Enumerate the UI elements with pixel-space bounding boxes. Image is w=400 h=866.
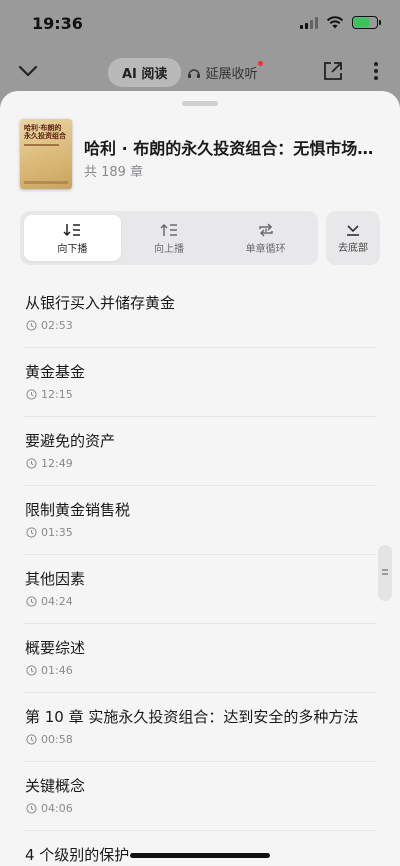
chapter-item[interactable]: 概要综述 01:46 (24, 624, 376, 693)
play-down-label: 向下播 (57, 243, 88, 255)
chapter-sheet: 哈利·布朗的永久投资组合 哈利 · 布朗的永久投资组合：无惧市场… 共 189 … (0, 91, 400, 866)
sort-up-icon (160, 223, 177, 236)
sort-down-icon (63, 223, 81, 236)
chapter-item[interactable]: 限制黄金销售税 01:35 (24, 486, 376, 555)
play-up-label: 向上播 (154, 243, 184, 255)
headphones-icon (188, 68, 201, 78)
chapter-item[interactable]: 关键概念 04:06 (24, 762, 376, 831)
book-title: 哈利 · 布朗的永久投资组合：无惧市场… (84, 139, 374, 158)
scroll-handle[interactable] (378, 545, 392, 601)
clock-icon (26, 527, 37, 538)
clock-icon (26, 458, 37, 469)
status-icons (300, 16, 381, 29)
status-bar: 19:36 (0, 0, 400, 50)
signal-icon (300, 16, 318, 29)
clock-icon (26, 596, 37, 607)
ai-read-tab[interactable]: AI 阅读 (108, 58, 182, 87)
duration-text: 04:06 (41, 802, 73, 815)
clock-icon (26, 389, 37, 400)
book-cover: 哈利·布朗的永久投资组合 (20, 119, 72, 189)
chapter-duration: 00:58 (26, 733, 73, 746)
chapter-title: 关键概念 (25, 777, 86, 795)
play-order-group: 向下播 向上播 单章循环 (20, 211, 318, 265)
arrow-to-bottom-icon (347, 224, 359, 236)
chapter-duration: 01:35 (26, 526, 73, 539)
chevron-down-icon[interactable] (16, 59, 40, 83)
chapter-title: 4 个级别的保护 (25, 846, 130, 864)
chapter-duration: 12:49 (26, 457, 73, 470)
repeat-one-icon (258, 222, 273, 237)
duration-text: 02:53 (41, 319, 73, 332)
top-nav: AI 阅读 延展收听 (0, 56, 400, 87)
clock-icon (26, 803, 37, 814)
clock-icon (26, 320, 37, 331)
chapter-duration: 12:15 (26, 388, 73, 401)
chapter-item[interactable]: 4 个级别的保护 (24, 831, 376, 866)
chapter-title: 第 10 章 实施永久投资组合：达到安全的多种方法 (25, 708, 359, 726)
chapter-item[interactable]: 从银行买入并储存黄金 02:53 (24, 279, 376, 348)
extended-listen-label: 延展收听 (205, 67, 258, 82)
chapter-title: 从银行买入并储存黄金 (25, 294, 176, 312)
chapter-title: 概要综述 (25, 639, 86, 657)
mode-switch: AI 阅读 延展收听 (108, 58, 264, 87)
playback-controls: 向下播 向上播 单章循环 去底部 (20, 211, 380, 265)
go-bottom-button[interactable]: 去底部 (326, 211, 380, 265)
chapter-duration: 04:06 (26, 802, 73, 815)
chapter-title: 黄金基金 (25, 363, 86, 381)
duration-text: 00:58 (41, 733, 73, 746)
play-up-button[interactable]: 向上播 (121, 215, 218, 261)
chapter-item[interactable]: 要避免的资产 12:49 (24, 417, 376, 486)
duration-text: 01:46 (41, 664, 73, 677)
loop-chapter-button[interactable]: 单章循环 (217, 215, 314, 261)
clock-icon (26, 665, 37, 676)
chapter-title: 要避免的资产 (25, 432, 116, 450)
more-icon[interactable] (372, 60, 380, 82)
loop-chapter-label: 单章循环 (245, 243, 286, 255)
home-indicator (130, 853, 270, 858)
chapter-duration: 04:24 (26, 595, 73, 608)
chapter-duration: 01:46 (26, 664, 73, 677)
chapter-duration: 02:53 (26, 319, 73, 332)
sheet-grabber[interactable] (182, 101, 218, 106)
wifi-icon (326, 16, 344, 29)
chapter-title: 限制黄金销售税 (25, 501, 131, 519)
cover-title: 哈利·布朗的永久投资组合 (24, 123, 66, 140)
chapter-list: 从银行买入并储存黄金 02:53 黄金基金 12:15 要避免的资产 12:49… (0, 279, 400, 866)
duration-text: 12:49 (41, 457, 73, 470)
clock-icon (26, 734, 37, 745)
battery-icon (352, 16, 381, 29)
extended-listen-tab[interactable]: 延展收听 (187, 61, 264, 82)
duration-text: 04:24 (41, 595, 73, 608)
chapter-item[interactable]: 黄金基金 12:15 (24, 348, 376, 417)
go-bottom-label: 去底部 (338, 242, 368, 254)
play-down-button[interactable]: 向下播 (24, 215, 121, 261)
duration-text: 01:35 (41, 526, 73, 539)
chapter-item[interactable]: 其他因素 04:24 (24, 555, 376, 624)
notification-dot (258, 61, 264, 66)
status-time: 19:36 (32, 14, 83, 33)
chapter-count: 共 189 章 (84, 165, 144, 180)
duration-text: 12:15 (41, 388, 73, 401)
share-icon[interactable] (322, 60, 344, 82)
chapter-item[interactable]: 第 10 章 实施永久投资组合：达到安全的多种方法 00:58 (24, 693, 376, 762)
chapter-title: 其他因素 (25, 570, 86, 588)
